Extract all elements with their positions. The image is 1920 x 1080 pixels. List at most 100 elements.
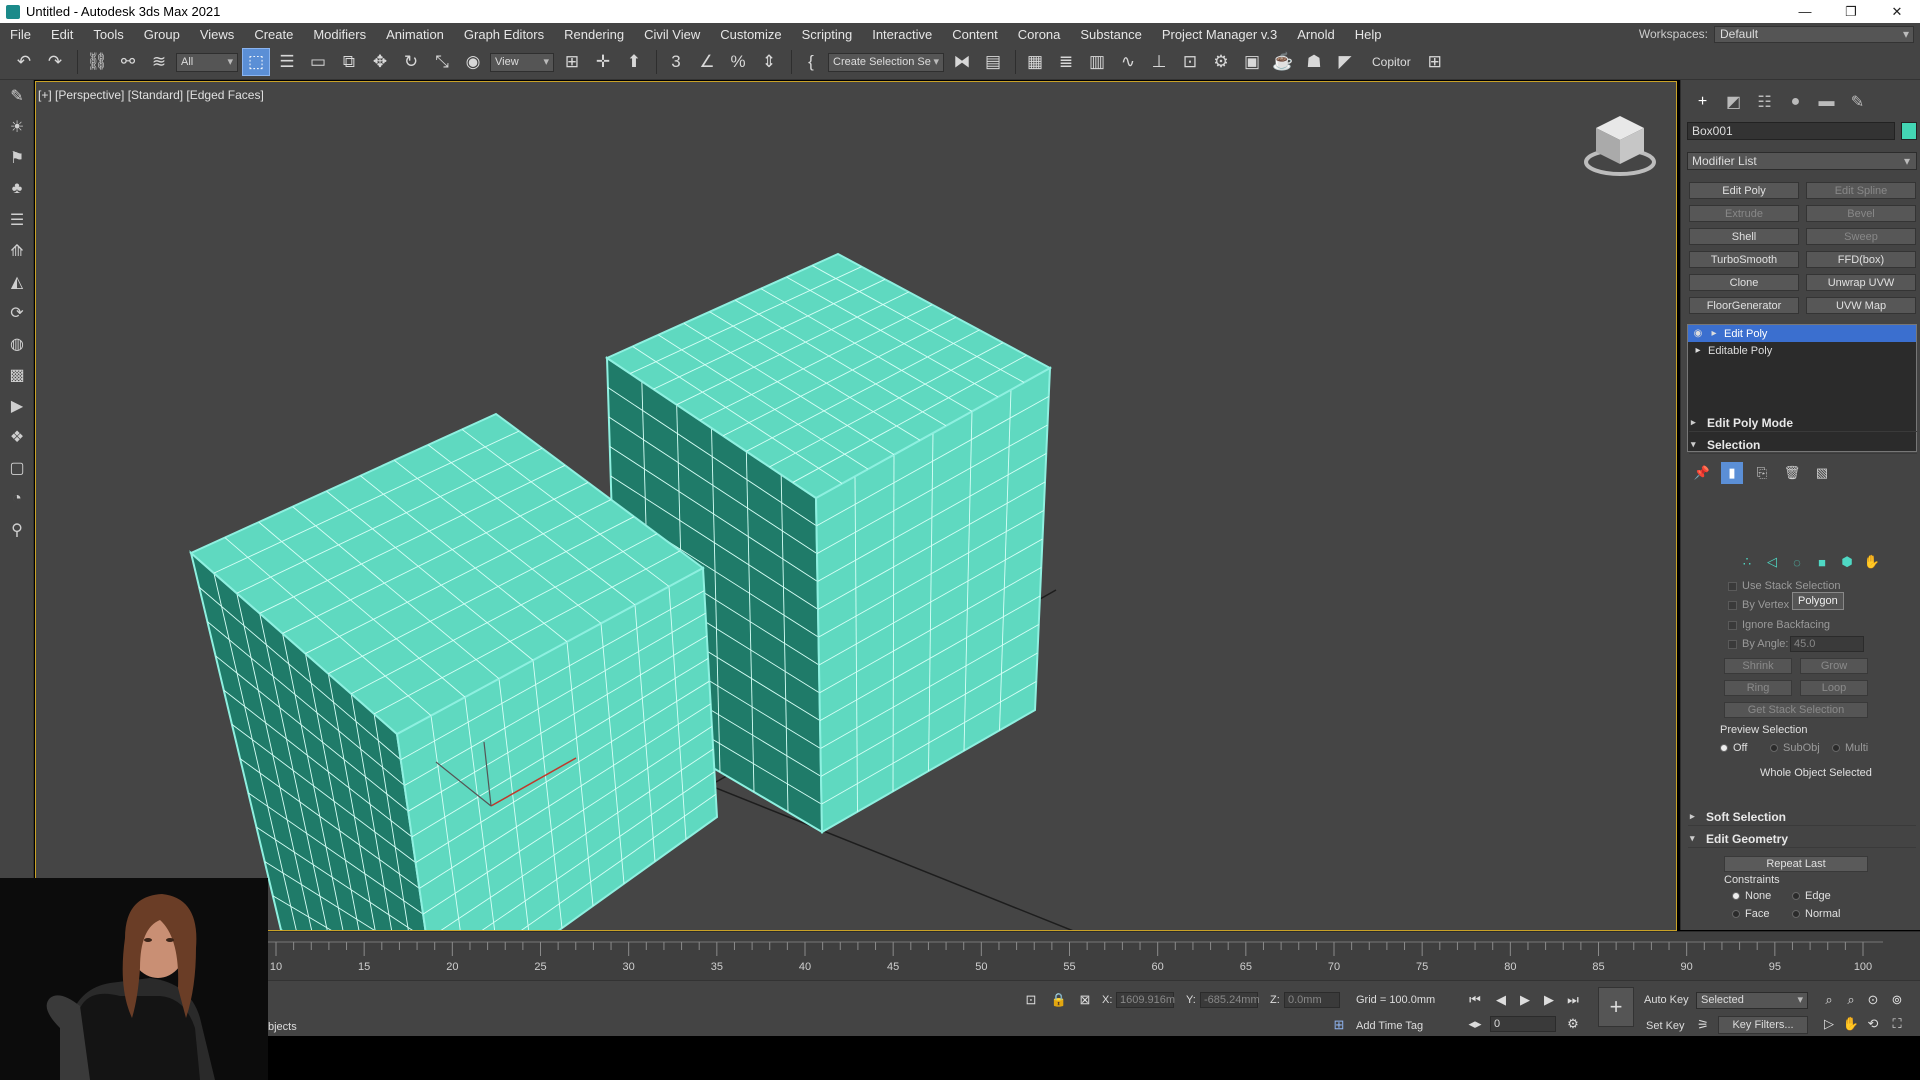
mirror-icon[interactable]: ⧓ [948, 48, 976, 76]
previous-frame-icon[interactable]: ◀ [1492, 991, 1510, 1009]
sun-icon[interactable]: ☀ [0, 111, 34, 142]
turbosmooth-button[interactable]: TurboSmooth [1689, 251, 1799, 268]
edit-spline-button[interactable]: Edit Spline [1806, 182, 1916, 199]
z-coord-field[interactable]: 0.0mm [1284, 992, 1340, 1008]
stack-item-editable-poly[interactable]: ▸ Editable Poly [1688, 342, 1916, 359]
unwrap-uvw-button[interactable]: Unwrap UVW [1806, 274, 1916, 291]
shell-button[interactable]: Shell [1689, 228, 1799, 245]
zoom-all-icon[interactable]: ⌕ [1842, 991, 1860, 1009]
edit-geometry-rollout[interactable]: ▾ Edit Geometry [1688, 830, 1916, 848]
brush-icon[interactable]: ⟰ [0, 235, 34, 266]
sculpt-icon[interactable]: ♣ [0, 173, 34, 204]
maximize-viewport-icon[interactable]: ⛶ [1888, 1015, 1906, 1033]
render-setup-icon[interactable]: ⚙ [1207, 48, 1235, 76]
key-filters-button[interactable]: Key Filters... [1718, 1016, 1808, 1034]
ring-button[interactable]: Ring [1724, 680, 1792, 696]
scene-explorer-icon[interactable]: ▦ [1021, 48, 1049, 76]
polygon-icon[interactable]: ■ [1811, 552, 1833, 572]
group-icon[interactable]: ❖ [0, 421, 34, 452]
redo-icon[interactable]: ↷ [41, 48, 69, 76]
tag-icon[interactable]: ◭ [0, 266, 34, 297]
y-coord-field[interactable]: -685.24mm [1200, 992, 1260, 1008]
border-icon[interactable]: ◌ [1786, 552, 1808, 572]
isolate-selection-icon[interactable]: ⊡ [1022, 991, 1040, 1009]
constraint-face-radio[interactable]: Face [1732, 908, 1769, 920]
pan-view-icon[interactable]: ✋ [1842, 1015, 1860, 1033]
stack-item-edit-poly[interactable]: ◉ ▸ Edit Poly [1688, 325, 1916, 342]
next-frame-icon[interactable]: ▶ [1540, 991, 1558, 1009]
render-production-icon[interactable]: ☕ [1269, 48, 1297, 76]
time-ruler[interactable]: 10 15 20 25 30 35 40 45 50 55 60 65 70 75 80 85 90 95 100 [268, 938, 1883, 978]
extrude-button[interactable]: Extrude [1689, 205, 1799, 222]
ffd-box-button[interactable]: FFD(box) [1806, 251, 1916, 268]
toggle-ribbon-icon[interactable]: ▥ [1083, 48, 1111, 76]
orbit-icon[interactable]: ⟲ [1864, 1015, 1882, 1033]
set-key-button[interactable]: Set Key [1646, 1020, 1685, 1032]
scene-canvas[interactable] [36, 82, 1677, 931]
copitor-label[interactable]: Copitor [1372, 55, 1411, 69]
add-time-tag-label[interactable]: Add Time Tag [1356, 1020, 1423, 1032]
window-crossing-icon[interactable]: ⧉ [335, 48, 363, 76]
unlink-icon[interactable]: ⚯ [114, 48, 142, 76]
select-object-icon[interactable]: ⬚ [242, 48, 270, 76]
percent-snap-icon[interactable]: % [724, 48, 752, 76]
modify-tab-icon[interactable]: ◩ [1718, 90, 1749, 114]
menu-customize[interactable]: Customize [710, 27, 791, 42]
uvw-map-button[interactable]: UVW Map [1806, 297, 1916, 314]
loop-button[interactable]: Loop [1800, 680, 1868, 696]
keyboard-shortcut-override-icon[interactable]: ⬆ [620, 48, 648, 76]
zoom-icon[interactable]: ⌕ [1820, 991, 1838, 1009]
scale-icon[interactable]: ⤡ [428, 48, 456, 76]
copitor-icon[interactable]: ⊞ [1421, 48, 1449, 76]
menu-content[interactable]: Content [942, 27, 1008, 42]
time-config-arrows-icon[interactable]: ◂▸ [1466, 1015, 1484, 1033]
by-angle-checkbox[interactable]: By Angle: [1728, 638, 1788, 650]
edit-poly-button[interactable]: Edit Poly [1689, 182, 1799, 199]
undo-icon[interactable]: ↶ [10, 48, 38, 76]
move-icon[interactable]: ✥ [366, 48, 394, 76]
object-color-swatch[interactable] [1901, 122, 1917, 140]
angle-snap-icon[interactable]: ∠ [693, 48, 721, 76]
utilities-tab-icon[interactable]: ✎ [1842, 90, 1873, 114]
by-vertex-checkbox[interactable]: By Vertex [1728, 599, 1789, 611]
show-end-result-icon[interactable]: ▮ [1721, 462, 1743, 484]
rendered-frame-window-icon[interactable]: ▣ [1238, 48, 1266, 76]
edit-poly-mode-rollout[interactable]: ▸ Edit Poly Mode [1689, 414, 1917, 432]
preview-subobj-radio[interactable]: SubObj [1770, 742, 1820, 754]
snaps-toggle-icon[interactable]: 3 [662, 48, 690, 76]
clone-button[interactable]: Clone [1689, 274, 1799, 291]
key-filter-icon[interactable]: ⚞ [1694, 1016, 1712, 1034]
preview-multi-radio[interactable]: Multi [1832, 742, 1868, 754]
material-editor-icon[interactable]: ⊡ [1176, 48, 1204, 76]
render-iterative-icon[interactable]: ☗ [1300, 48, 1328, 76]
layer-explorer-icon[interactable]: ≣ [1052, 48, 1080, 76]
menu-help[interactable]: Help [1345, 27, 1392, 42]
time-configuration-icon[interactable]: ⚙ [1564, 1015, 1582, 1033]
timeline[interactable]: 10 15 20 25 30 35 40 45 50 55 60 65 70 75 80 85 90 95 100 [0, 931, 1920, 980]
menu-substance[interactable]: Substance [1070, 27, 1151, 42]
perspective-viewport[interactable] [35, 81, 1677, 931]
menu-arnold[interactable]: Arnold [1287, 27, 1345, 42]
menu-rendering[interactable]: Rendering [554, 27, 634, 42]
grow-button[interactable]: Grow [1800, 658, 1868, 674]
selection-rollout[interactable]: ▾ Selection [1689, 436, 1917, 454]
menu-corona[interactable]: Corona [1008, 27, 1071, 42]
hierarchy-tab-icon[interactable]: ☷ [1749, 90, 1780, 114]
camera-icon[interactable]: ⚑ [0, 142, 34, 173]
ignore-backfacing-checkbox[interactable]: Ignore Backfacing [1728, 619, 1830, 631]
bind-space-warp-icon[interactable]: ≋ [145, 48, 173, 76]
go-to-end-icon[interactable]: ⏭ [1564, 991, 1582, 1009]
menu-project-manager[interactable]: Project Manager v.3 [1152, 27, 1287, 42]
vertex-icon[interactable]: ∴ [1736, 552, 1758, 572]
menu-animation[interactable]: Animation [376, 27, 454, 42]
element-icon[interactable]: ⬢ [1836, 552, 1858, 572]
zoom-extents-icon[interactable]: ⊙ [1864, 991, 1882, 1009]
viewport-label[interactable]: [+] [Perspective] [Standard] [Edged Face… [38, 88, 264, 102]
workspaces-select[interactable]: Default [1714, 25, 1914, 43]
select-by-name-icon[interactable]: ☰ [273, 48, 301, 76]
bevel-button[interactable]: Bevel [1806, 205, 1916, 222]
current-frame-field[interactable]: 0 [1490, 1016, 1556, 1032]
auto-key-button[interactable]: Auto Key [1644, 994, 1689, 1006]
go-to-start-icon[interactable]: ⏮ [1466, 991, 1484, 1009]
expand-arrow-icon[interactable]: ▸ [1692, 345, 1704, 356]
